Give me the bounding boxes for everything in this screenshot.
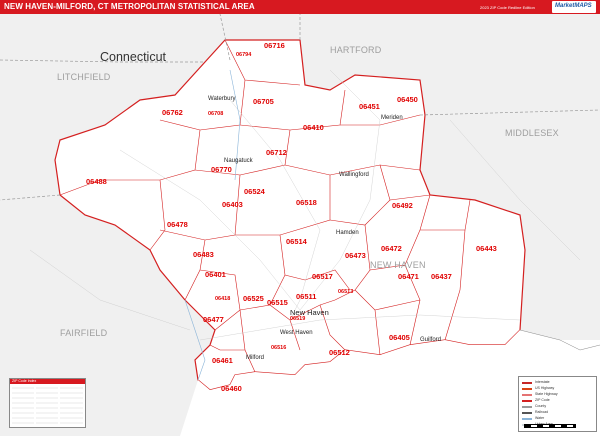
legend-swatch <box>522 406 532 408</box>
county-label-new-haven: NEW HAVEN <box>370 260 426 270</box>
zip-label[interactable]: 06517 <box>312 272 333 281</box>
city-label: Guilford <box>420 337 442 343</box>
zip-label[interactable]: 06450 <box>397 95 418 104</box>
county-label-middlesex: MIDDLESEX <box>505 128 559 138</box>
scale-bar <box>524 424 576 428</box>
zip-label[interactable]: 06716 <box>264 41 285 50</box>
zip-index-table <box>12 387 83 424</box>
map-page: NEW HAVEN-MILFORD, CT METROPOLITAN STATI… <box>0 0 600 436</box>
city-label: Wallingford <box>339 172 369 178</box>
city-label: Milford <box>246 355 265 361</box>
legend-row: State Highway <box>522 392 594 397</box>
zip-label[interactable]: 06525 <box>243 294 264 303</box>
zip-label[interactable]: 06477 <box>203 315 224 324</box>
zip-label[interactable]: 06512 <box>329 348 350 357</box>
zip-label[interactable]: 06473 <box>345 251 366 260</box>
legend-swatch <box>522 388 532 390</box>
zip-label[interactable]: 06708 <box>208 111 223 117</box>
legend-swatch <box>522 382 532 384</box>
logo-text: MarketMAPS <box>555 3 592 9</box>
zip-label[interactable]: 06418 <box>215 296 230 302</box>
legend-label: Railroad <box>535 410 549 414</box>
legend-label: Interstate <box>535 380 550 384</box>
zip-label[interactable]: 06478 <box>167 220 188 229</box>
zip-label[interactable]: 06712 <box>266 148 287 157</box>
legend-swatch <box>522 412 532 414</box>
zip-label[interactable]: 06461 <box>212 356 233 365</box>
legend-row: Water <box>522 416 594 421</box>
publisher-logo: MarketMAPS <box>552 1 596 13</box>
zip-label[interactable]: 06451 <box>359 102 380 111</box>
zip-label[interactable]: 06405 <box>389 333 410 342</box>
zip-label[interactable]: 06410 <box>303 123 324 132</box>
zip-label[interactable]: 06511 <box>296 292 316 301</box>
zip-label[interactable]: 06488 <box>86 177 107 186</box>
zip-label[interactable]: 06770 <box>211 165 232 174</box>
map-title: NEW HAVEN-MILFORD, CT METROPOLITAN STATI… <box>4 2 255 11</box>
legend-row: County <box>522 404 594 409</box>
zip-label[interactable]: 06403 <box>222 200 243 209</box>
zip-label[interactable]: 06705 <box>253 97 274 106</box>
zip-label[interactable]: 06443 <box>476 244 497 253</box>
zip-label[interactable]: 06513 <box>338 289 353 295</box>
legend-row: Railroad <box>522 410 594 415</box>
zip-label[interactable]: 06515 <box>267 298 288 307</box>
zip-label[interactable]: 06514 <box>286 237 307 246</box>
legend-swatch <box>522 418 532 420</box>
city-label: Naugatuck <box>224 158 253 164</box>
zip-label[interactable]: 06460 <box>221 384 242 393</box>
legend-label: State Highway <box>535 392 558 396</box>
legend-swatch <box>522 400 532 402</box>
legend-label: Water <box>535 416 545 420</box>
zip-index-box: ZIP Code Index <box>9 378 86 428</box>
city-label: Waterbury <box>208 96 236 102</box>
legend-row: Interstate <box>522 380 594 385</box>
zip-label[interactable]: 06471 <box>398 272 419 281</box>
title-bar: NEW HAVEN-MILFORD, CT METROPOLITAN STATI… <box>0 0 600 14</box>
zip-label[interactable]: 06492 <box>392 201 413 210</box>
city-label: Meriden <box>381 115 403 121</box>
city-label: West Haven <box>280 330 313 336</box>
zip-label[interactable]: 06483 <box>193 250 214 259</box>
county-label-hartford: HARTFORD <box>330 45 382 55</box>
legend-label: US Highway <box>535 386 555 390</box>
zip-label[interactable]: 06401 <box>205 270 226 279</box>
zip-label[interactable]: 06472 <box>381 244 402 253</box>
state-label: Connecticut <box>100 50 167 64</box>
zip-label[interactable]: 06516 <box>271 345 286 351</box>
county-label-fairfield: FAIRFIELD <box>60 328 108 338</box>
edition-label: 2023 ZIP Code Redline Edition <box>480 5 535 10</box>
zip-label[interactable]: 06518 <box>296 198 317 207</box>
legend-label: County <box>535 404 547 408</box>
city-label: Hamden <box>336 230 359 236</box>
legend-label: ZIP Code <box>535 398 550 402</box>
county-label-litchfield: LITCHFIELD <box>57 72 111 82</box>
legend-swatch <box>522 394 532 396</box>
city-label: New Haven <box>290 308 329 317</box>
legend-row: US Highway <box>522 386 594 391</box>
zip-label[interactable]: 06437 <box>431 272 452 281</box>
zip-label[interactable]: 06524 <box>244 187 265 196</box>
legend-row: ZIP Code <box>522 398 594 403</box>
zip-label[interactable]: 06794 <box>236 52 251 58</box>
zip-label[interactable]: 06762 <box>162 108 183 117</box>
